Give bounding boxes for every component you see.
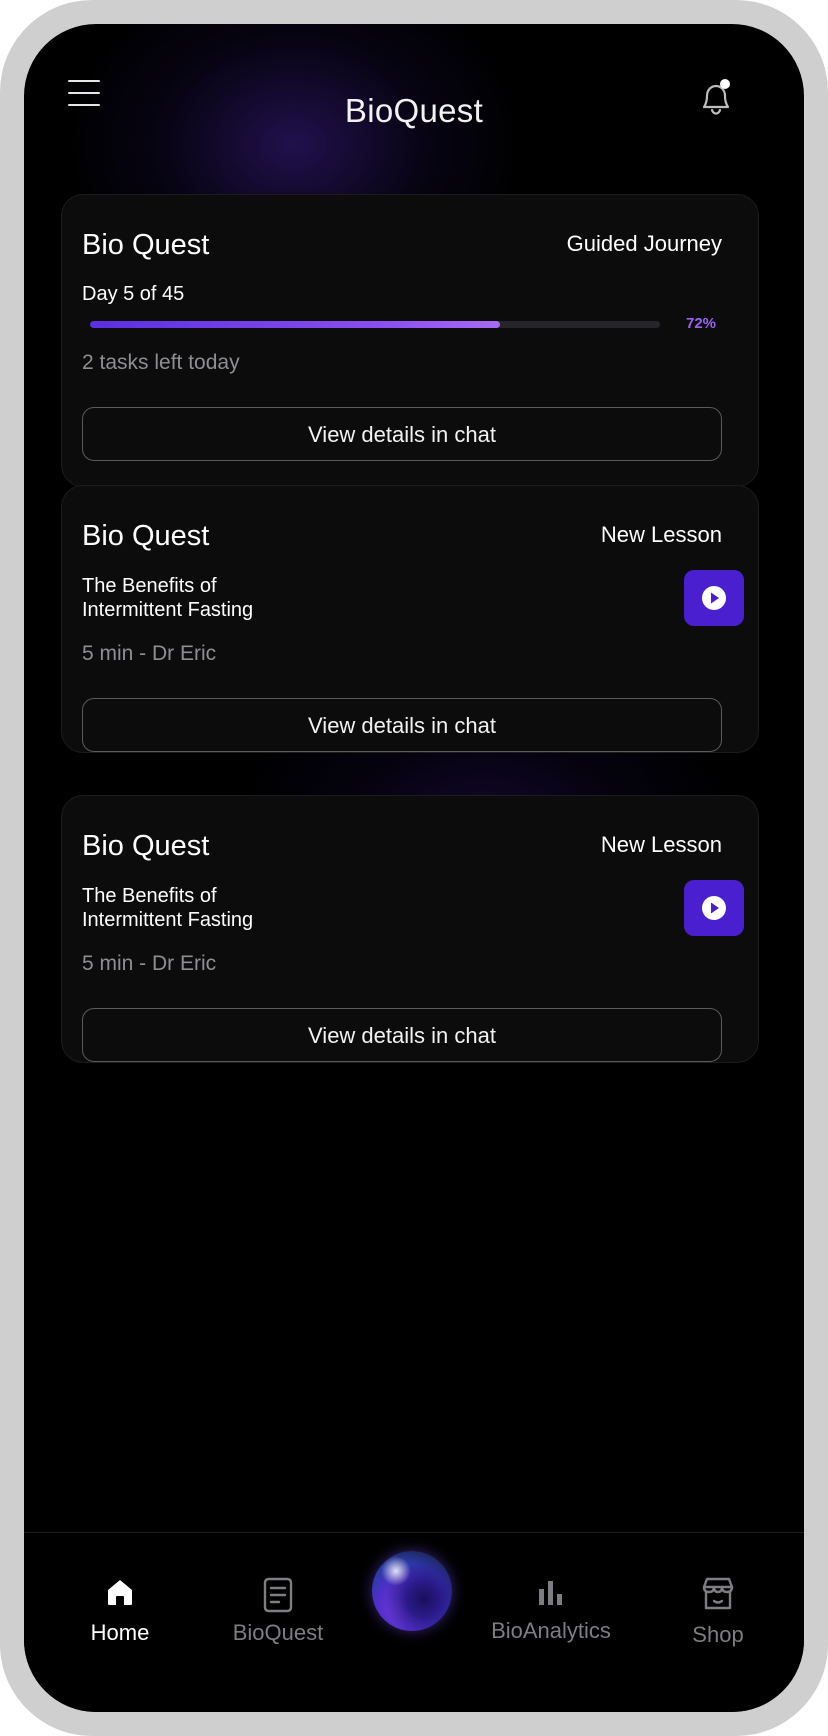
nav-bioanalytics[interactable]: BioAnalytics [476,1575,626,1644]
lesson-meta: 5 min - Dr Eric [82,642,217,665]
nav-label: BioAnalytics [491,1618,611,1643]
lesson-card: Bio Quest New Lesson The Benefits of Int… [61,795,759,1063]
day-progress-label: Day 5 of 45 [82,283,185,305]
card-tag: New Lesson [600,832,722,857]
card-title: Bio Quest [82,830,210,862]
play-icon [702,586,726,610]
nav-label: Shop [692,1622,744,1647]
tasks-left-text: 2 tasks left today [82,351,240,374]
lesson-title: The Benefits of Intermittent Fasting [82,884,382,932]
app-header: BioQuest [24,24,804,164]
play-lesson-button[interactable] [684,570,744,626]
bar-chart-icon [539,1581,562,1605]
bell-icon[interactable] [696,76,736,120]
nav-bioquest[interactable]: BioQuest [208,1575,348,1646]
guided-journey-card: Bio Quest Guided Journey Day 5 of 45 72%… [61,194,759,487]
card-tag: New Lesson [600,522,722,547]
progress-bar [90,321,660,328]
lesson-title-line: The Benefits of [82,575,217,597]
card-tag: Guided Journey [566,231,722,256]
lesson-title-line: Intermittent Fasting [82,909,254,931]
notification-dot [720,79,730,89]
view-details-in-chat-button[interactable]: View details in chat [82,1008,722,1062]
nav-shop[interactable]: Shop [670,1575,766,1648]
card-title: Bio Quest [82,229,210,261]
lesson-title-line: Intermittent Fasting [82,599,254,621]
view-details-in-chat-button[interactable]: View details in chat [82,698,722,752]
lesson-meta: 5 min - Dr Eric [82,952,217,975]
document-icon [263,1577,293,1613]
app-title: BioQuest [344,92,484,129]
lesson-title: The Benefits of Intermittent Fasting [82,574,382,622]
nav-label: BioQuest [232,1620,324,1645]
play-lesson-button[interactable] [684,880,744,936]
lesson-title-line: The Benefits of [82,885,217,907]
progress-bar-fill [90,321,501,328]
progress-percent: 72% [686,315,717,332]
store-icon [702,1577,734,1610]
nav-label: Home [90,1620,150,1645]
play-icon [702,896,726,920]
bottom-navigation: Home BioQuest BioAnalytics Shop [24,1532,804,1712]
app-screen: BioQuest Bio Quest Guided Journey Day 5 … [24,24,804,1712]
view-details-in-chat-button[interactable]: View details in chat [82,407,722,461]
home-icon [108,1580,132,1605]
lesson-card: Bio Quest New Lesson The Benefits of Int… [61,485,759,753]
nav-home[interactable]: Home [60,1575,180,1646]
assistant-orb-icon[interactable] [372,1551,452,1631]
card-title: Bio Quest [82,520,210,552]
